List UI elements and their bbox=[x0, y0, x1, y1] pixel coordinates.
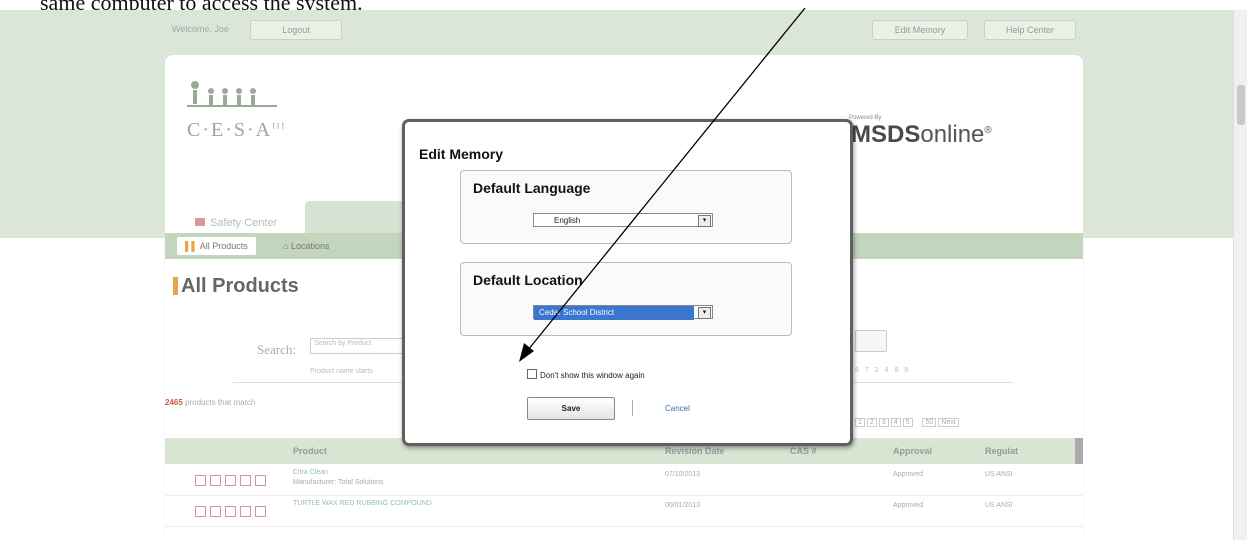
match-count-number: 2465 bbox=[165, 398, 183, 407]
page-title: All Products bbox=[173, 275, 299, 298]
scroll-thumb[interactable] bbox=[1237, 85, 1245, 125]
people-logo-icon bbox=[187, 81, 277, 107]
scrollbar[interactable] bbox=[1233, 10, 1247, 540]
help-center-button[interactable]: Help Center bbox=[984, 20, 1076, 40]
msds-online-logo: Powered By MSDSonline® bbox=[829, 115, 1049, 165]
msds-brand-bold: MSDS bbox=[851, 121, 921, 148]
row-actions[interactable] bbox=[195, 504, 275, 517]
doc-icon[interactable] bbox=[210, 475, 221, 486]
match-count: 2465 products that match bbox=[165, 398, 255, 407]
title-icon bbox=[173, 277, 178, 295]
language-value: English bbox=[554, 216, 581, 225]
button-divider bbox=[632, 400, 633, 416]
cancel-link[interactable]: Cancel bbox=[665, 404, 690, 413]
pagination: 12345 50 Next bbox=[855, 418, 961, 427]
label-icon[interactable] bbox=[225, 506, 236, 517]
col-cas[interactable]: CAS # bbox=[790, 446, 817, 456]
globe-icon[interactable] bbox=[255, 475, 266, 486]
default-language-label: Default Language bbox=[473, 180, 591, 196]
page-link[interactable]: 3 bbox=[878, 418, 889, 427]
default-location-label: Default Location bbox=[473, 272, 583, 288]
next-page-link[interactable]: Next bbox=[938, 418, 959, 427]
edit-memory-button[interactable]: Edit Memory bbox=[872, 20, 968, 40]
row-manufacturer: Manufacturer: Total Solutions bbox=[293, 479, 384, 486]
page-link[interactable]: 5 bbox=[902, 418, 913, 427]
row-approval: Approved bbox=[893, 502, 923, 509]
pdf-icon[interactable] bbox=[195, 475, 206, 486]
logout-button[interactable]: Logout bbox=[250, 20, 342, 40]
product-name-hint: Product name starts bbox=[310, 368, 373, 375]
row-product[interactable]: Citra Clean bbox=[293, 469, 328, 476]
label-icon[interactable] bbox=[225, 475, 236, 486]
page-title-text: All Products bbox=[181, 275, 299, 297]
row-actions[interactable] bbox=[195, 473, 275, 486]
per-page-select[interactable]: 50 bbox=[922, 418, 937, 427]
logo-text: C·E·S·AIII bbox=[187, 119, 286, 142]
msds-reg: ® bbox=[984, 125, 992, 136]
chevron-down-icon[interactable]: ▾ bbox=[698, 215, 711, 227]
table-row[interactable]: TURTLE WAX RED RUBBING COMPOUND 00/01/20… bbox=[165, 496, 1083, 527]
default-location-group: Default Location Cedar School District ▾ bbox=[460, 262, 792, 336]
col-product[interactable]: Product bbox=[293, 446, 327, 456]
row-product[interactable]: TURTLE WAX RED RUBBING COMPOUND bbox=[293, 500, 432, 507]
tab-safety-label: Safety Center bbox=[210, 217, 278, 229]
subtab-all-products-label: All Products bbox=[199, 241, 248, 251]
welcome-text: Welcome, Joe bbox=[172, 24, 229, 34]
logo-name: C·E·S·A bbox=[187, 119, 273, 141]
match-count-text: products that match bbox=[182, 398, 256, 407]
dialog-title: Edit Memory bbox=[419, 146, 504, 162]
row-date: 07/10/2013 bbox=[665, 471, 701, 478]
alpha-filter[interactable]: 8 7 2 4 8 9 bbox=[855, 367, 910, 374]
safety-icon bbox=[195, 218, 205, 226]
products-icon: ▌▌ bbox=[185, 241, 200, 251]
col-revision-date[interactable]: Revision Date bbox=[665, 446, 725, 456]
row-approval: Approved bbox=[893, 471, 923, 478]
cesa-logo: C·E·S·AIII bbox=[187, 77, 337, 157]
phone-icon[interactable] bbox=[240, 506, 251, 517]
subtab-locations-label: Locations bbox=[290, 241, 330, 251]
col-approval[interactable]: Approval bbox=[893, 446, 932, 456]
table-row[interactable]: Citra Clean Manufacturer: Total Solution… bbox=[165, 465, 1083, 496]
search-label: Search: bbox=[257, 342, 296, 357]
dont-show-label[interactable]: Don't show this window again bbox=[540, 371, 645, 380]
doc-icon[interactable] bbox=[210, 506, 221, 517]
default-language-group: Default Language English ▾ bbox=[460, 170, 792, 244]
save-button[interactable]: Save bbox=[527, 397, 615, 420]
page-link[interactable]: 1 bbox=[855, 418, 865, 427]
edit-memory-dialog: Edit Memory Default Language English ▾ D… bbox=[402, 119, 853, 446]
row-regulatory: US ANSI bbox=[985, 502, 1013, 509]
location-value: Cedar School District bbox=[534, 306, 694, 320]
row-regulatory: US ANSI bbox=[985, 471, 1013, 478]
screenshot: Welcome, Joe Logout Edit Memory Help Cen… bbox=[0, 10, 1247, 540]
search-button[interactable] bbox=[855, 330, 887, 352]
logo-sup: III bbox=[272, 121, 287, 131]
col-regulatory[interactable]: Regulat bbox=[985, 446, 1018, 456]
location-icon: ⌂ bbox=[283, 241, 291, 251]
page-link[interactable]: 2 bbox=[866, 418, 877, 427]
msds-brand: MSDSonline® bbox=[851, 121, 992, 149]
globe-icon[interactable] bbox=[255, 506, 266, 517]
page-link[interactable]: 4 bbox=[890, 418, 901, 427]
language-select[interactable]: English ▾ bbox=[533, 213, 713, 227]
row-date: 00/01/2013 bbox=[665, 502, 701, 509]
subtab-locations[interactable]: ⌂ Locations bbox=[275, 237, 337, 255]
msds-brand-rest: online bbox=[920, 121, 985, 148]
subtab-all-products[interactable]: ▌▌ All Products bbox=[177, 237, 256, 255]
tab-safety-center[interactable]: Safety Center bbox=[195, 217, 277, 229]
dont-show-checkbox[interactable] bbox=[527, 369, 537, 379]
dont-show-again-row[interactable]: Don't show this window again bbox=[527, 369, 645, 380]
chevron-down-icon[interactable]: ▾ bbox=[698, 307, 711, 319]
table-scroll-handle[interactable] bbox=[1075, 438, 1083, 464]
phone-icon[interactable] bbox=[240, 475, 251, 486]
location-select[interactable]: Cedar School District ▾ bbox=[533, 305, 713, 320]
pdf-icon[interactable] bbox=[195, 506, 206, 517]
